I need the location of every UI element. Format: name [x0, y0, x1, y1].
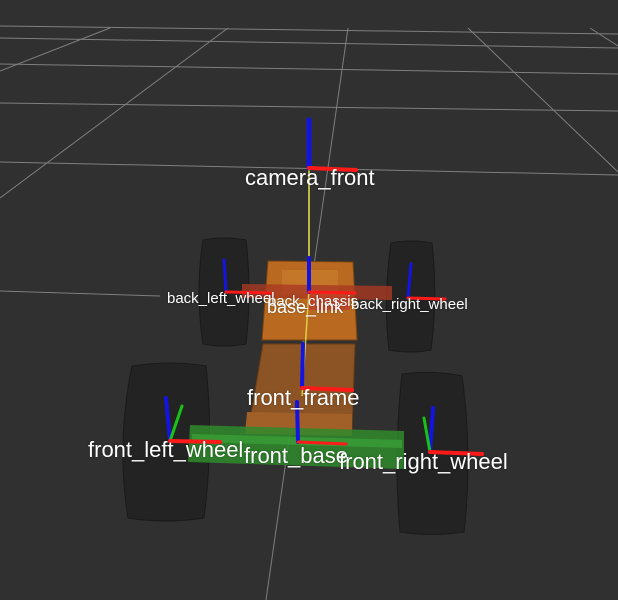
camera-front-axes [306, 117, 358, 172]
frame-label-front-right-wheel[interactable]: front_right_wheel [339, 451, 508, 473]
frame-label-base-link[interactable]: base_link [267, 298, 343, 316]
3d-viewport[interactable]: camera_front back_left_wheel back_chassi… [0, 0, 618, 600]
frame-label-back-left-wheel[interactable]: back_left_wheel [167, 291, 275, 306]
frame-label-front-base[interactable]: front_base [244, 445, 348, 467]
frame-label-front-left-wheel[interactable]: front_left_wheel [88, 439, 243, 461]
frame-label-camera-front[interactable]: camera_front [245, 167, 375, 189]
frame-label-front-frame[interactable]: front_frame [247, 387, 360, 409]
frame-label-back-right-wheel[interactable]: back_right_wheel [351, 297, 468, 312]
